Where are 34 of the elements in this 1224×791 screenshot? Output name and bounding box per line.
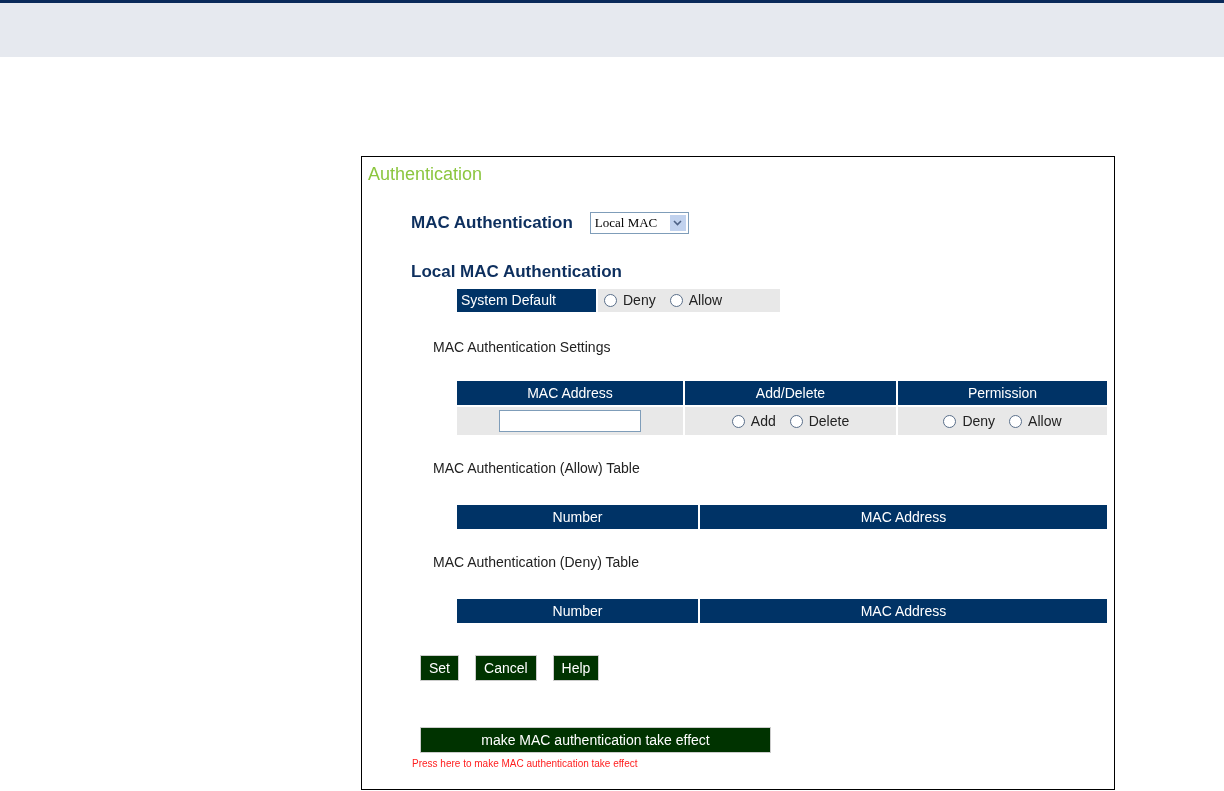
mac-address-input[interactable] <box>499 410 641 432</box>
radio-button[interactable] <box>1009 414 1023 428</box>
action-button[interactable]: Set <box>420 655 459 681</box>
column-header: Permission <box>898 381 1107 405</box>
radio-button[interactable] <box>669 294 683 307</box>
radio-button[interactable] <box>604 294 617 307</box>
radio-label: Deny <box>623 291 656 310</box>
column-header: MAC Address <box>700 505 1107 529</box>
panel-title: Authentication <box>368 163 484 186</box>
radio-label: Allow <box>1028 411 1062 431</box>
radio-label: Add <box>750 411 776 431</box>
action-button[interactable]: Cancel <box>475 655 537 681</box>
action-button[interactable]: Help <box>552 655 600 681</box>
apply-button[interactable]: make MAC authentication take effect <box>420 727 771 753</box>
subsection-heading: MAC Authentication Settings <box>433 338 612 357</box>
row-label: System Default <box>457 289 596 312</box>
radio-label: Allow <box>688 291 723 310</box>
dropdown[interactable]: Local MAC <box>589 211 689 234</box>
radio-button[interactable] <box>789 414 803 428</box>
column-header: Add/Delete <box>685 381 896 405</box>
column-header: Number <box>457 505 698 529</box>
radio-label: Delete <box>808 411 850 431</box>
subsection-heading: MAC Authentication (Deny) Table <box>433 553 640 572</box>
radio-button[interactable] <box>731 414 745 428</box>
column-header: Number <box>457 599 698 623</box>
radio-button[interactable] <box>943 414 957 428</box>
field-label: MAC Authentication <box>411 212 573 234</box>
subsection-heading: MAC Authentication (Allow) Table <box>433 459 641 478</box>
hint-text: Press here to make MAC authentication take effect <box>412 757 639 771</box>
chevron-down-icon <box>669 214 686 231</box>
column-header: MAC Address <box>700 599 1107 623</box>
column-header: MAC Address <box>457 381 683 405</box>
radio-label: Deny <box>962 411 996 431</box>
section-heading: Local MAC Authentication <box>411 260 623 283</box>
